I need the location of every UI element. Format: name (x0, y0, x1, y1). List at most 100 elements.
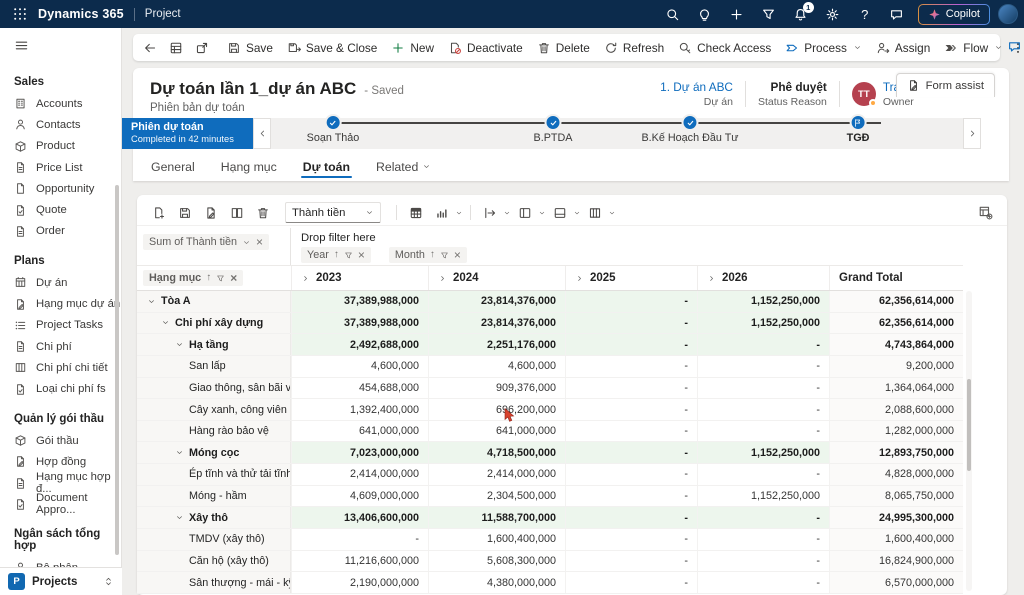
pivot-cell[interactable]: - (697, 551, 829, 572)
column-split-icon[interactable] (583, 202, 607, 224)
new-layout-icon[interactable] (147, 202, 171, 224)
chevron-up-down-icon[interactable] (103, 576, 114, 587)
pivot-cell[interactable]: - (565, 551, 697, 572)
pivot-cell[interactable]: - (565, 529, 697, 550)
stage-check-icon[interactable] (545, 114, 562, 131)
pivot-row-tmdv-x-y-th[interactable]: TMDV (xây thô)-1,600,400,000--1,600,400,… (137, 529, 963, 551)
pivot-cell[interactable]: - (697, 572, 829, 593)
pivot-row-label[interactable]: TMDV (xây thô) (137, 529, 291, 550)
sort-asc-icon[interactable]: ↑ (206, 273, 211, 283)
pivot-row-p-t-nh-v-th-t-i-t-nh[interactable]: Ép tĩnh và thử tải tĩnh, é...2,414,000,0… (137, 464, 963, 486)
pivot-cell[interactable]: 11,216,600,000 (291, 551, 428, 572)
pivot-cell[interactable]: - (697, 507, 829, 528)
pivot-cell[interactable]: 1,600,400,000 (428, 529, 565, 550)
waffle-icon[interactable] (6, 0, 34, 28)
window-layout-icon[interactable] (548, 202, 581, 224)
sidebar-scrollbar[interactable] (115, 185, 119, 555)
chart-view-icon[interactable] (430, 202, 454, 224)
sidebar-item-project-tasks[interactable]: Project Tasks (0, 315, 121, 336)
pivot-row-h-ng-r-o-b-o-v[interactable]: Hàng rào bảo vệ641,000,000641,000,000--1… (137, 421, 963, 443)
row-field-chip-h-ng-m-c[interactable]: Hạng mục↑× (143, 270, 243, 286)
window-layout-icon[interactable] (548, 202, 572, 224)
pivot-cell[interactable]: 4,828,000,000 (829, 464, 963, 485)
sidebar-item-contacts[interactable]: Contacts (0, 114, 121, 135)
sidebar-item-product[interactable]: Product (0, 136, 121, 157)
pivot-cell[interactable]: 454,688,000 (291, 378, 428, 399)
owner-avatar[interactable]: TT (852, 82, 876, 106)
pivot-row-c-n-h-x-y-th[interactable]: Căn hộ (xây thô)11,216,600,0005,608,300,… (137, 551, 963, 573)
pivot-row-label[interactable]: Cây xanh, công viên (137, 399, 291, 420)
pivot-cell[interactable]: 4,600,000 (428, 356, 565, 377)
measure-dropdown[interactable]: Thành tiền (285, 202, 381, 223)
pivot-cell[interactable]: - (565, 572, 697, 593)
column-header-2023[interactable]: 2023 (291, 266, 428, 290)
stage-flag-icon[interactable] (849, 114, 866, 131)
pivot-row-chi-ph-x-y-d-ng[interactable]: Chi phí xây dựng37,389,988,00023,814,376… (137, 313, 963, 335)
chip-remove-icon[interactable]: × (230, 272, 237, 284)
pivot-cell[interactable]: - (697, 356, 829, 377)
panel-layout-icon[interactable] (513, 202, 546, 224)
lightbulb-icon[interactable] (692, 1, 718, 27)
sidebar-item-g-i-th-u[interactable]: Gói thầu (0, 430, 121, 451)
delete-layout-icon[interactable] (251, 202, 275, 224)
cmd-save[interactable]: Save (221, 36, 279, 60)
pivot-cell[interactable]: 1,282,000,000 (829, 421, 963, 442)
pivot-cell[interactable]: 4,380,000,000 (428, 572, 565, 593)
pivot-row-label[interactable]: Hàng rào bảo vệ (137, 421, 291, 442)
settings-gear-icon[interactable] (820, 1, 846, 27)
expand-column-icon[interactable] (301, 274, 310, 283)
sidebar-item-chi-ph-chi-ti-t[interactable]: Chi phí chi tiết (0, 357, 121, 378)
collapse-caret-icon[interactable] (175, 340, 184, 349)
pivot-row-s-n-th-ng-m-i-k-t[interactable]: Sân thượng - mái - kỹ t...2,190,000,0004… (137, 572, 963, 594)
pivot-cell[interactable]: 2,414,000,000 (291, 464, 428, 485)
pivot-cell[interactable]: - (697, 464, 829, 485)
column-header-2026[interactable]: 2026 (697, 266, 829, 290)
stage-b-k-ho-ch-u-t[interactable]: B.Kế Hoạch Đầu Tư (641, 118, 738, 144)
pivot-row-label[interactable]: Hạ tầng (137, 334, 291, 355)
measure-zone[interactable]: Sum of Thành tiền× (137, 228, 291, 265)
cmd-new[interactable]: New (385, 36, 440, 60)
pivot-cell[interactable]: 9,200,000 (829, 356, 963, 377)
pivot-cell[interactable]: 1,152,250,000 (697, 486, 829, 507)
pivot-row-label[interactable]: Xây thô (137, 507, 291, 528)
back-icon[interactable] (143, 36, 157, 60)
pivot-scrollbar[interactable] (966, 291, 972, 591)
sort-asc-icon[interactable]: ↑ (334, 250, 339, 260)
sidebar-item-chi-ph[interactable]: Chi phí (0, 336, 121, 357)
stage-so-n-th-o[interactable]: Soạn Thảo (307, 118, 360, 144)
chip-remove-icon[interactable]: × (358, 249, 365, 261)
cmd-check-access[interactable]: Check Access (672, 36, 777, 60)
tab-related[interactable]: Related (376, 152, 431, 181)
column-split-icon[interactable] (583, 202, 616, 224)
pivot-cell[interactable]: 1,152,250,000 (697, 313, 829, 334)
pivot-cell[interactable]: 1,152,250,000 (697, 442, 829, 463)
pivot-cell[interactable]: - (565, 464, 697, 485)
pivot-cell[interactable]: 2,251,176,000 (428, 334, 565, 355)
pivot-row-san-l-p[interactable]: San lấp4,600,0004,600,000--9,200,000 (137, 356, 963, 378)
pivot-cell[interactable]: 23,814,376,000 (428, 291, 565, 312)
cmd-delete[interactable]: Delete (531, 36, 596, 60)
bpf-prev-button[interactable] (253, 118, 271, 149)
expand-column-icon[interactable] (575, 274, 584, 283)
column-header-2025[interactable]: 2025 (565, 266, 697, 290)
sidebar-item-h-p-ng[interactable]: Hợp đồng (0, 451, 121, 472)
sidebar-item-quote[interactable]: Quote (0, 199, 121, 220)
collapse-caret-icon[interactable] (175, 448, 184, 457)
pivot-cell[interactable]: 7,023,000,000 (291, 442, 428, 463)
sidebar-item-b-ph-n[interactable]: Bộ phận (0, 557, 121, 567)
pivot-row-h-t-ng[interactable]: Hạ tầng2,492,688,0002,251,176,000--4,743… (137, 334, 963, 356)
pivot-row-label[interactable]: San lấp (137, 356, 291, 377)
pivot-cell[interactable]: 13,406,600,000 (291, 507, 428, 528)
pivot-row-label[interactable]: Chi phí xây dựng (137, 313, 291, 334)
pivot-row-label[interactable]: Móng - hầm (137, 486, 291, 507)
panel-layout-icon[interactable] (513, 202, 537, 224)
cmd-assign[interactable]: Assign (870, 36, 936, 60)
pivot-cell[interactable]: 641,000,000 (291, 421, 428, 442)
pivot-cell[interactable]: - (565, 334, 697, 355)
pivot-cell[interactable]: 24,995,300,000 (829, 507, 963, 528)
pivot-cell[interactable]: 16,824,900,000 (829, 551, 963, 572)
sidebar-item-h-ng-m-c-d-n[interactable]: Hạng mục dự án (0, 293, 121, 314)
pivot-row-t-a-a[interactable]: Tòa A37,389,988,00023,814,376,000-1,152,… (137, 291, 963, 313)
pivot-cell[interactable]: 696,200,000 (428, 399, 565, 420)
cmd-deactivate[interactable]: Deactivate (442, 36, 529, 60)
